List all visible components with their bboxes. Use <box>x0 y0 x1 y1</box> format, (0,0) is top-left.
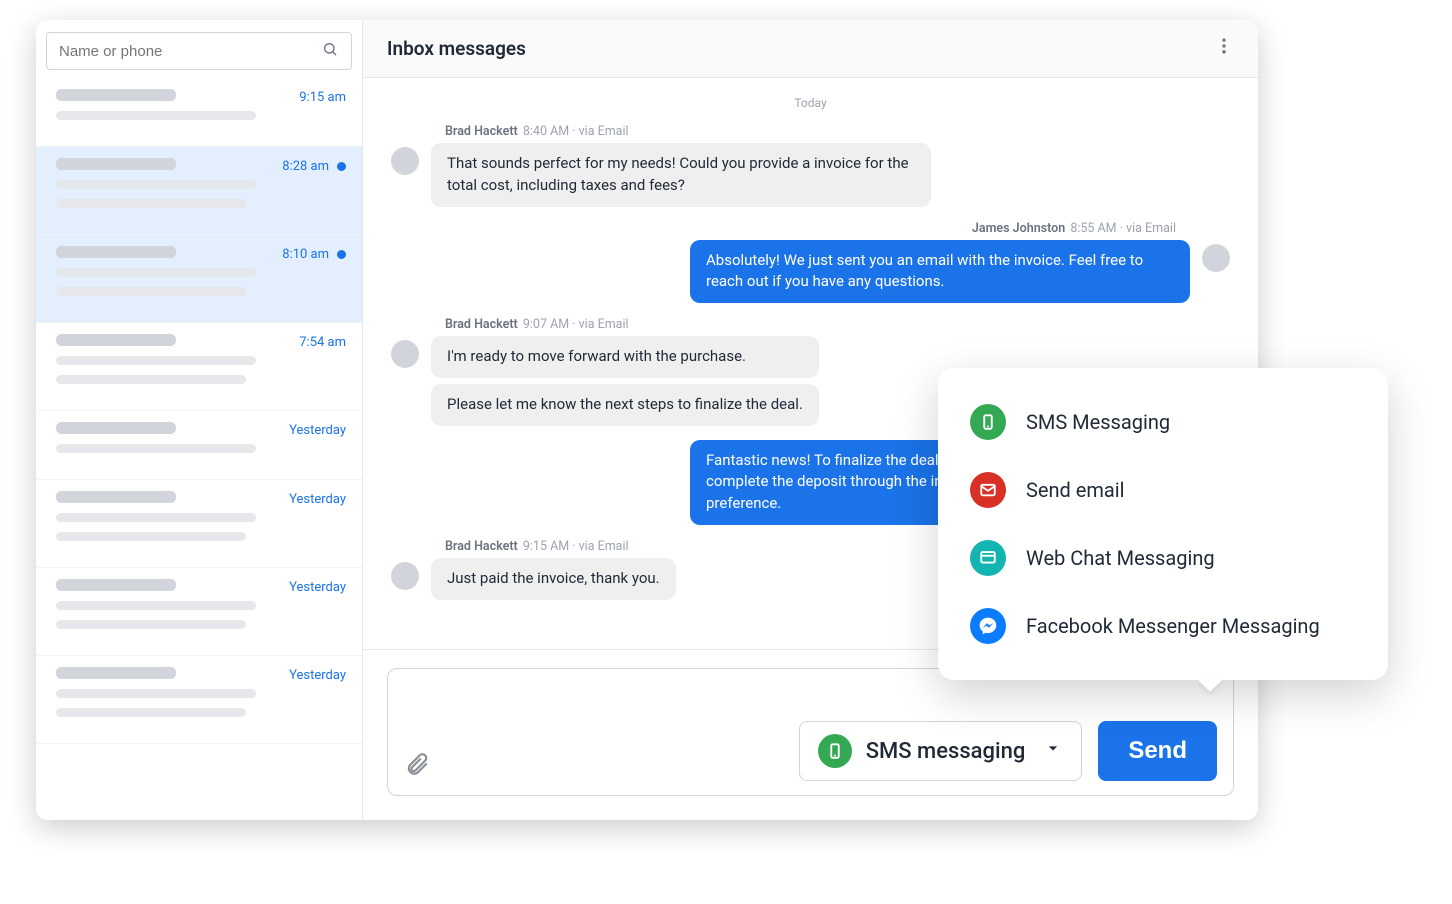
search-input[interactable] <box>46 32 352 70</box>
skeleton-line <box>56 444 256 453</box>
skeleton-line <box>56 532 246 541</box>
skeleton-line <box>56 111 256 120</box>
conversation-time: Yesterday <box>289 423 346 438</box>
send-button[interactable]: Send <box>1098 721 1217 781</box>
message-meta: James Johnston 8:55 AM · via Email <box>391 221 1230 236</box>
avatar <box>1202 244 1230 272</box>
message-group: James Johnston 8:55 AM · via Email Absol… <box>391 221 1230 304</box>
day-separator: Today <box>391 96 1230 110</box>
message-composer[interactable]: SMS messaging Send <box>387 668 1234 796</box>
skeleton-line <box>56 422 176 434</box>
skeleton-line <box>56 620 246 629</box>
sms-icon <box>970 404 1006 440</box>
conversation-time: Yesterday <box>289 492 346 507</box>
avatar <box>391 147 419 175</box>
conversation-item[interactable]: Yesterday <box>36 656 362 744</box>
unread-dot <box>337 250 346 259</box>
channel-selector[interactable]: SMS messaging <box>799 721 1083 781</box>
conversation-item[interactable]: 8:28 am <box>36 147 362 235</box>
skeleton-line <box>56 579 176 591</box>
channel-option-label: SMS Messaging <box>1026 410 1170 434</box>
skeleton-line <box>56 356 256 365</box>
conversation-item[interactable]: 9:15 am <box>36 78 362 147</box>
skeleton-line <box>56 708 246 717</box>
skeleton-line <box>56 268 256 277</box>
conversation-time: Yesterday <box>289 668 346 683</box>
unread-dot <box>337 162 346 171</box>
message-meta: Brad Hackett 8:40 AM · via Email <box>391 124 1230 139</box>
skeleton-line <box>56 287 246 296</box>
sms-icon <box>818 734 852 768</box>
message-bubble: Please let me know the next steps to fin… <box>431 384 819 426</box>
skeleton-line <box>56 689 256 698</box>
email-icon <box>970 472 1006 508</box>
conversation-time: 9:15 am <box>299 90 346 105</box>
channel-option[interactable]: Send email <box>944 456 1382 524</box>
page-title: Inbox messages <box>387 37 526 60</box>
message-meta: Brad Hackett 9:07 AM · via Email <box>391 317 1230 332</box>
skeleton-line <box>56 199 246 208</box>
channel-option-label: Send email <box>1026 478 1125 502</box>
skeleton-line <box>56 158 176 170</box>
attachment-icon[interactable] <box>404 751 430 781</box>
message-bubble: I'm ready to move forward with the purch… <box>431 336 819 378</box>
skeleton-line <box>56 180 256 189</box>
channel-option-label: Facebook Messenger Messaging <box>1026 614 1320 638</box>
skeleton-line <box>56 601 256 610</box>
thread-header: Inbox messages <box>363 20 1258 78</box>
search-icon <box>322 41 338 61</box>
skeleton-line <box>56 334 176 346</box>
conversation-time: 8:28 am <box>282 159 329 174</box>
channel-option-label: Web Chat Messaging <box>1026 546 1215 570</box>
conversation-item[interactable]: Yesterday <box>36 411 362 480</box>
chevron-down-icon <box>1043 738 1063 764</box>
skeleton-line <box>56 491 176 503</box>
skeleton-line <box>56 246 176 258</box>
conversation-item[interactable]: 7:54 am <box>36 323 362 411</box>
skeleton-line <box>56 375 246 384</box>
channel-selector-label: SMS messaging <box>866 739 1026 764</box>
skeleton-line <box>56 667 176 679</box>
conversation-time: 7:54 am <box>299 335 346 350</box>
skeleton-line <box>56 89 176 101</box>
composer-controls: SMS messaging Send <box>799 721 1217 781</box>
channel-option[interactable]: Facebook Messenger Messaging <box>944 592 1382 660</box>
conversation-time: Yesterday <box>289 580 346 595</box>
conversation-item[interactable]: 8:10 am <box>36 235 362 323</box>
channel-menu-popover: SMS Messaging Send email Web Chat Messag… <box>938 368 1388 680</box>
message-group: Brad Hackett 8:40 AM · via Email That so… <box>391 124 1230 207</box>
conversation-sidebar: 9:15 am 8:28 am 8:10 am 7:54 am Yest <box>36 20 363 820</box>
avatar <box>391 340 419 368</box>
app-window: 9:15 am 8:28 am 8:10 am 7:54 am Yest <box>36 20 1258 820</box>
fb-icon <box>970 608 1006 644</box>
conversation-time: 8:10 am <box>282 247 329 262</box>
channel-option[interactable]: Web Chat Messaging <box>944 524 1382 592</box>
conversation-list: 9:15 am 8:28 am 8:10 am 7:54 am Yest <box>36 78 362 820</box>
avatar <box>391 562 419 590</box>
message-bubble: Absolutely! We just sent you an email wi… <box>690 240 1190 304</box>
more-options-icon[interactable] <box>1214 36 1234 61</box>
main-panel: Inbox messages Today Brad Hackett 8:40 A… <box>363 20 1258 820</box>
message-bubble: That sounds perfect for my needs! Could … <box>431 143 931 207</box>
conversation-item[interactable]: Yesterday <box>36 480 362 568</box>
webchat-icon <box>970 540 1006 576</box>
message-bubble: Just paid the invoice, thank you. <box>431 558 676 600</box>
conversation-item[interactable]: Yesterday <box>36 568 362 656</box>
skeleton-line <box>56 513 256 522</box>
channel-option[interactable]: SMS Messaging <box>944 388 1382 456</box>
search-container <box>36 20 362 78</box>
